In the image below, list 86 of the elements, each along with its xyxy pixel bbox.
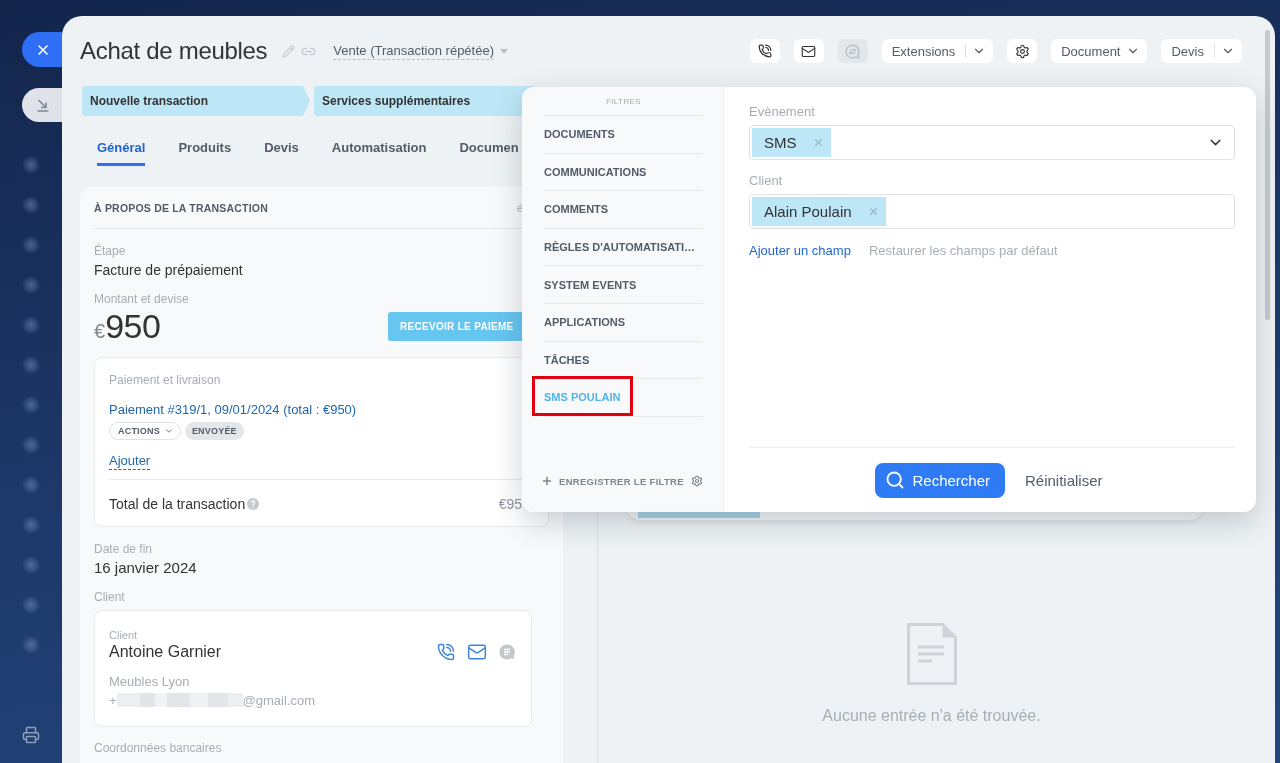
filter-preset-item[interactable]: COMMUNICATIONS [544,165,647,178]
filter-tag[interactable]: Alain Poulain [752,197,886,226]
add-field-link[interactable]: Ajouter un champ [749,244,851,258]
blurred-icon [22,316,40,334]
total-value: €95 [498,496,522,512]
filter-preset-item[interactable]: APPLICATIONS [544,316,626,329]
blurred-icon [22,276,40,294]
phone-icon [757,44,772,58]
company-name: Meubles Lyon [109,674,190,690]
filter-tag[interactable]: SMS [752,128,831,157]
field-label: Date de fin [94,542,153,556]
mail-icon[interactable] [467,642,487,662]
pipeline-selector[interactable]: Vente (Transaction répétée) [333,42,508,60]
filter-preset-item[interactable]: SYSTEM EVENTS [544,278,637,291]
split-menu-button[interactable]: Devis [1161,39,1242,63]
blurred-icon [22,636,40,654]
presets-heading: FILTRES [605,97,642,106]
phone-icon[interactable] [437,643,455,661]
field-label: Evènement [749,105,815,119]
split-menu-button[interactable]: Extensions [881,39,994,63]
blurred-icon [22,516,40,534]
minimize-button[interactable] [22,88,62,122]
settings-icon [1014,43,1030,59]
tab[interactable]: Automatisation [331,138,427,166]
email-button[interactable] [793,39,824,63]
chevron-down-icon [163,426,174,436]
empty-message: Aucune entrée n'a été trouvée. [822,706,1041,726]
field-label: Étape [94,244,126,258]
contact-prefix: + [109,692,117,708]
total-label: Total de la transaction [109,496,246,512]
settings-button[interactable] [1007,39,1038,63]
settings-icon[interactable] [691,475,703,487]
stage-item[interactable]: Nouvelle transaction [82,86,310,116]
blurred-icon [22,556,40,574]
section-label: Paiement et livraison [109,373,221,387]
scrollbar[interactable] [1265,30,1270,320]
help-icon[interactable] [247,498,260,510]
blurred-icon [22,476,40,494]
reset-button[interactable]: Réinitialiser [1025,471,1103,489]
page-title: Achat de meubles [80,37,268,65]
field-value: Facture de prépaiement [94,261,243,279]
mail-icon [801,43,817,59]
amount-value: €950 [94,306,161,346]
save-filter-button[interactable]: ENREGISTRER LE FILTRE [541,475,684,487]
blurred-icon [22,196,40,214]
tab[interactable]: Documen [459,138,519,166]
filter-preset-item[interactable]: DOCUMENTS [544,128,615,141]
blurred-icon [22,156,40,174]
contact-email: @gmail.com [242,692,316,708]
filter-preset-item[interactable]: RÈGLES D'AUTOMATISATI… [544,241,696,254]
section-title: À PROPOS DE LA TRANSACTION [94,201,268,214]
search-icon [885,470,906,490]
blurred-icon [22,396,40,414]
tab[interactable]: Général [97,138,146,166]
status-badge: ENVOYÉE [184,422,244,440]
chat-icon [845,43,861,59]
payment-link[interactable]: Paiement #319/1, 09/01/2024 (total : €950) [109,402,357,417]
filter-preset-item[interactable]: TÂCHES [544,353,590,366]
filter-preset-item[interactable]: COMMENTS [544,203,609,216]
search-button[interactable]: Rechercher [875,462,1005,498]
caret-icon [500,48,508,54]
tab[interactable]: Devis [264,138,299,166]
client-name: Antoine Garnier [109,643,222,661]
field-label: Coordonnées bancaires [94,741,222,755]
tab[interactable]: Produits [178,138,232,166]
select-field[interactable]: SMS [749,125,1235,160]
blurred-icon [22,356,40,374]
actions-button[interactable]: ACTIONS [109,422,181,440]
blurred-icon [22,436,40,454]
blurred-icon [22,236,40,254]
field-label: Client [749,174,783,188]
call-button[interactable] [749,39,780,63]
plus-icon [541,475,553,487]
add-link[interactable]: Ajouter [109,453,151,470]
dropdown-button[interactable]: Document [1051,39,1148,63]
field-label: Client [94,590,125,604]
client-label: Client [109,629,138,641]
document-icon [906,623,957,685]
field-value: 16 janvier 2024 [94,559,197,577]
tag-input-field[interactable]: Alain Poulain [749,194,1235,229]
blurred-icon [22,596,40,614]
close-button[interactable] [22,32,62,67]
chat-icon[interactable] [499,644,515,660]
field-label: Montant et devise [94,292,189,306]
arrow-to-line-icon [36,98,50,112]
printer-icon[interactable] [22,726,40,744]
